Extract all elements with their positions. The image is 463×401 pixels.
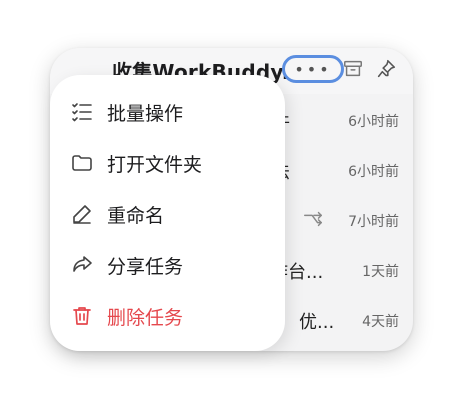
menu-item-label: 分享任务 bbox=[107, 256, 184, 278]
archive-icon[interactable] bbox=[342, 58, 364, 80]
more-options-button[interactable]: ••• bbox=[282, 55, 344, 83]
menu-item-label: 重命名 bbox=[107, 205, 165, 227]
trash-icon bbox=[70, 304, 94, 328]
task-time: 7小时前 bbox=[348, 214, 399, 230]
menu-item-label: 打开文件夹 bbox=[107, 154, 203, 176]
stage: 收集WorkBuddy... ••• 件 6小时前 bbox=[0, 0, 463, 401]
checklist-icon bbox=[70, 100, 94, 124]
task-time: 6小时前 bbox=[348, 114, 399, 130]
menu-item-open-folder[interactable]: 打开文件夹 bbox=[50, 138, 285, 188]
menu-item-share-task[interactable]: 分享任务 bbox=[50, 240, 285, 290]
task-time: 4天前 bbox=[362, 314, 399, 330]
menu-item-label: 批量操作 bbox=[107, 103, 184, 125]
pin-icon[interactable] bbox=[375, 58, 397, 80]
share-icon bbox=[70, 253, 94, 277]
share-arrow-icon bbox=[302, 208, 324, 230]
task-title: 优... bbox=[299, 312, 335, 333]
task-time: 1天前 bbox=[362, 264, 399, 280]
folder-icon bbox=[70, 151, 94, 175]
menu-item-label: 删除任务 bbox=[107, 307, 184, 329]
menu-item-rename[interactable]: 重命名 bbox=[50, 189, 285, 239]
pencil-icon bbox=[70, 202, 94, 226]
context-menu: 批量操作 打开文件夹 重命名 分享任务 删除任务 bbox=[50, 75, 285, 351]
menu-item-batch-operation[interactable]: 批量操作 bbox=[50, 87, 285, 137]
menu-item-delete-task[interactable]: 删除任务 bbox=[50, 291, 285, 341]
task-time: 6小时前 bbox=[348, 164, 399, 180]
